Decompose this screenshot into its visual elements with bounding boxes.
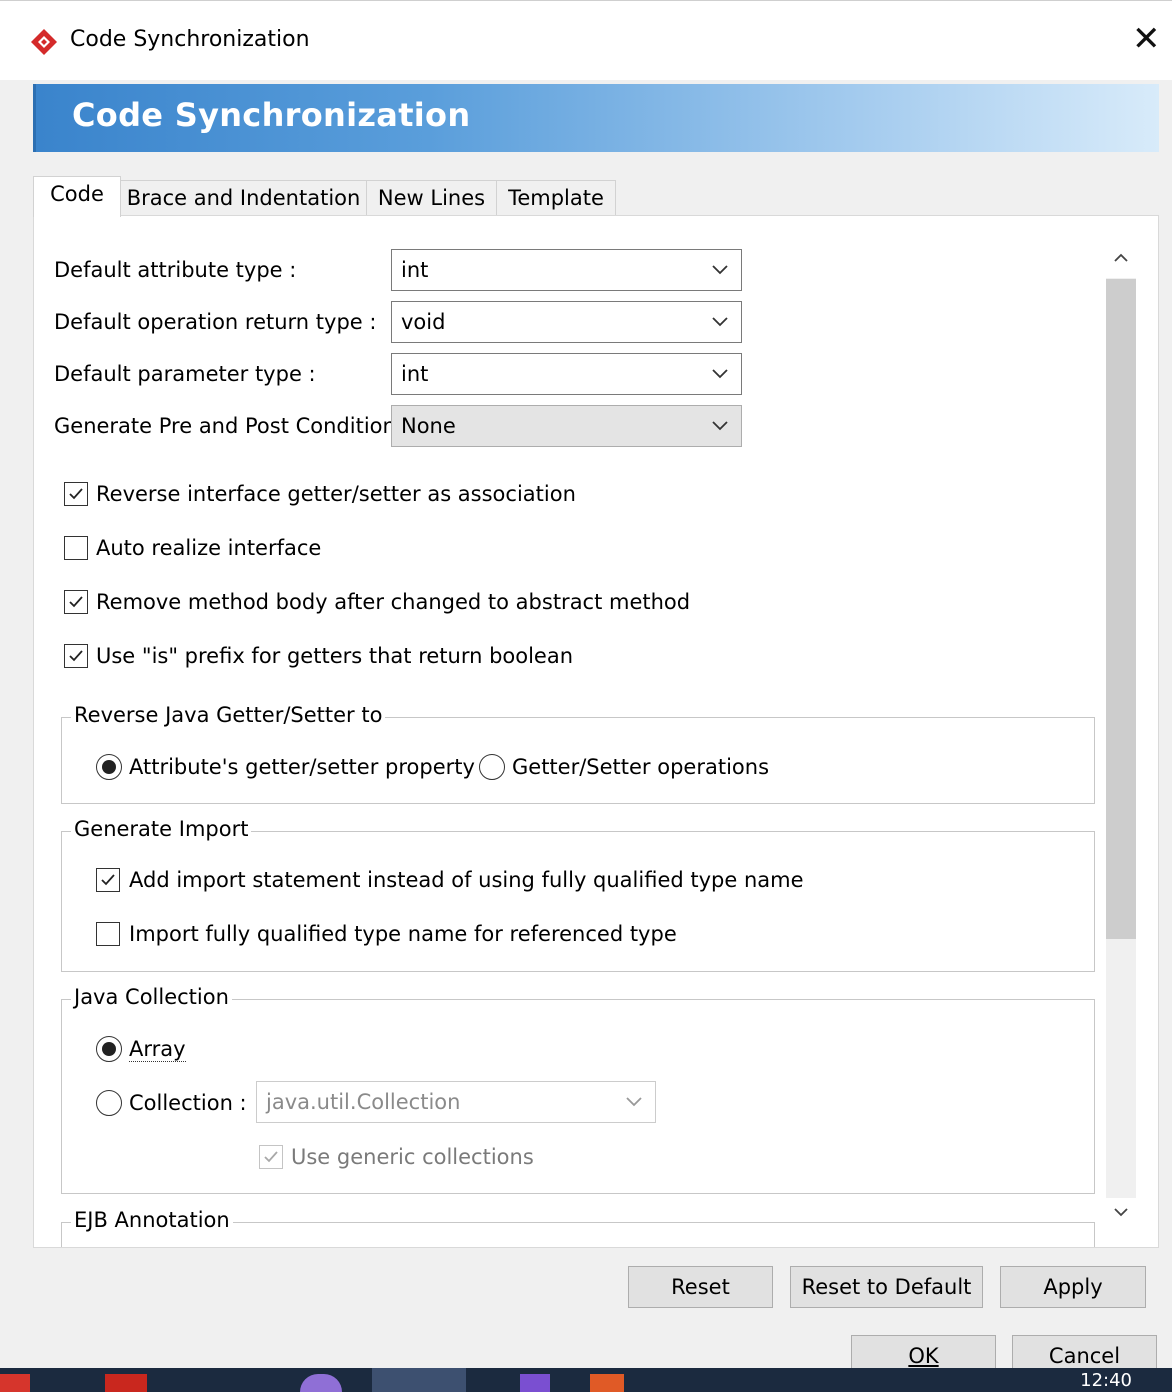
reset-to-default-button[interactable]: Reset to Default xyxy=(790,1266,983,1308)
collection-type-value: java.util.Collection xyxy=(266,1090,461,1114)
generate-import-group: Generate Import Add import statement ins… xyxy=(61,817,1095,972)
import-fully-qualified-checkbox[interactable] xyxy=(96,922,120,946)
array-label: Array xyxy=(129,1037,186,1062)
radio-dot xyxy=(102,1042,116,1056)
java-collection-group: Java Collection Array Collection : java.… xyxy=(61,985,1095,1194)
reset-button[interactable]: Reset xyxy=(628,1266,773,1308)
attribute-property-radio[interactable] xyxy=(96,754,122,780)
getter-setter-operations-label: Getter/Setter operations xyxy=(512,755,770,779)
ejb-annotation-group: EJB Annotation xyxy=(61,1208,1095,1247)
chevron-down-icon xyxy=(712,265,728,275)
collection-label: Collection : xyxy=(129,1091,247,1115)
default-parameter-type-label: Default parameter type : xyxy=(54,362,316,386)
use-generic-collections-checkbox[interactable] xyxy=(259,1145,283,1169)
banner-title: Code Synchronization xyxy=(72,96,471,134)
reverse-java-group-title: Reverse Java Getter/Setter to xyxy=(71,703,386,727)
generate-import-group-title: Generate Import xyxy=(71,817,252,841)
window-titlebar: Code Synchronization ✕ xyxy=(0,0,1172,80)
tab-new-lines[interactable]: New Lines xyxy=(366,180,497,216)
remove-method-body-label: Remove method body after changed to abst… xyxy=(96,590,691,614)
window-title: Code Synchronization xyxy=(70,27,310,52)
collection-type-select[interactable]: java.util.Collection xyxy=(256,1081,656,1123)
array-radio[interactable] xyxy=(96,1036,122,1062)
taskbar-app-icon[interactable] xyxy=(590,1374,624,1392)
code-options-panel: Default attribute type : int Default ope… xyxy=(33,215,1159,1248)
reverse-interface-checkbox[interactable] xyxy=(64,482,88,506)
close-icon[interactable]: ✕ xyxy=(1132,19,1161,59)
apply-button[interactable]: Apply xyxy=(1000,1266,1146,1308)
chevron-up-icon[interactable] xyxy=(1113,252,1129,264)
default-parameter-type-select[interactable]: int xyxy=(391,353,742,395)
default-attribute-type-select[interactable]: int xyxy=(391,249,742,291)
auto-realize-checkbox[interactable] xyxy=(64,536,88,560)
default-attribute-type-value: int xyxy=(401,258,429,282)
radio-dot xyxy=(102,760,116,774)
remove-method-body-checkbox[interactable] xyxy=(64,590,88,614)
checkmark-icon xyxy=(69,596,83,608)
checkmark-icon xyxy=(101,874,115,886)
taskbar-app-icon[interactable] xyxy=(300,1374,342,1392)
use-is-prefix-label: Use "is" prefix for getters that return … xyxy=(96,644,574,668)
chevron-down-icon xyxy=(712,369,728,379)
auto-realize-label: Auto realize interface xyxy=(96,536,322,560)
scrollbar-thumb[interactable] xyxy=(1106,279,1136,939)
default-parameter-type-value: int xyxy=(401,362,429,386)
checkmark-icon xyxy=(69,650,83,662)
vertical-scrollbar[interactable] xyxy=(1101,246,1139,1231)
add-import-label: Add import statement instead of using fu… xyxy=(129,868,804,892)
reverse-java-group: Reverse Java Getter/Setter to Attribute'… xyxy=(61,703,1095,804)
default-operation-return-type-value: void xyxy=(401,310,446,334)
header-banner: Code Synchronization xyxy=(33,84,1159,152)
chevron-down-icon xyxy=(626,1097,642,1107)
taskbar-app-icon[interactable] xyxy=(0,1374,30,1392)
getter-setter-operations-radio[interactable] xyxy=(479,754,505,780)
default-operation-return-type-select[interactable]: void xyxy=(391,301,742,343)
checkmark-icon xyxy=(264,1151,278,1163)
generate-pre-post-condition-label: Generate Pre and Post Condition : xyxy=(54,414,410,438)
taskbar-app-icon[interactable] xyxy=(520,1374,550,1392)
use-generic-collections-label: Use generic collections xyxy=(291,1145,534,1169)
use-is-prefix-checkbox[interactable] xyxy=(64,644,88,668)
default-attribute-type-label: Default attribute type : xyxy=(54,258,297,282)
reverse-interface-label: Reverse interface getter/setter as assoc… xyxy=(96,482,576,506)
chevron-down-icon xyxy=(712,421,728,431)
tab-template[interactable]: Template xyxy=(496,180,616,216)
generate-pre-post-condition-value: None xyxy=(401,414,456,438)
chevron-down-icon[interactable] xyxy=(1113,1206,1129,1218)
tab-code[interactable]: Code xyxy=(33,176,121,217)
generate-pre-post-condition-select[interactable]: None xyxy=(391,405,742,447)
tab-brace-and-indentation[interactable]: Brace and Indentation xyxy=(120,180,367,216)
import-fully-qualified-label: Import fully qualified type name for ref… xyxy=(129,922,677,946)
app-logo-icon xyxy=(31,29,57,55)
checkmark-icon xyxy=(69,488,83,500)
taskbar-clock: 12:40 xyxy=(1080,1370,1132,1391)
ejb-annotation-group-title: EJB Annotation xyxy=(71,1208,233,1232)
default-operation-return-type-label: Default operation return type : xyxy=(54,310,377,334)
attribute-property-label: Attribute's getter/setter property xyxy=(129,755,475,779)
taskbar-app-icon[interactable] xyxy=(105,1374,147,1392)
java-collection-group-title: Java Collection xyxy=(71,985,232,1009)
add-import-checkbox[interactable] xyxy=(96,868,120,892)
chevron-down-icon xyxy=(712,317,728,327)
collection-radio[interactable] xyxy=(96,1090,122,1116)
taskbar-active-app-icon[interactable] xyxy=(372,1368,466,1392)
os-taskbar: 12:40 xyxy=(0,1368,1172,1392)
